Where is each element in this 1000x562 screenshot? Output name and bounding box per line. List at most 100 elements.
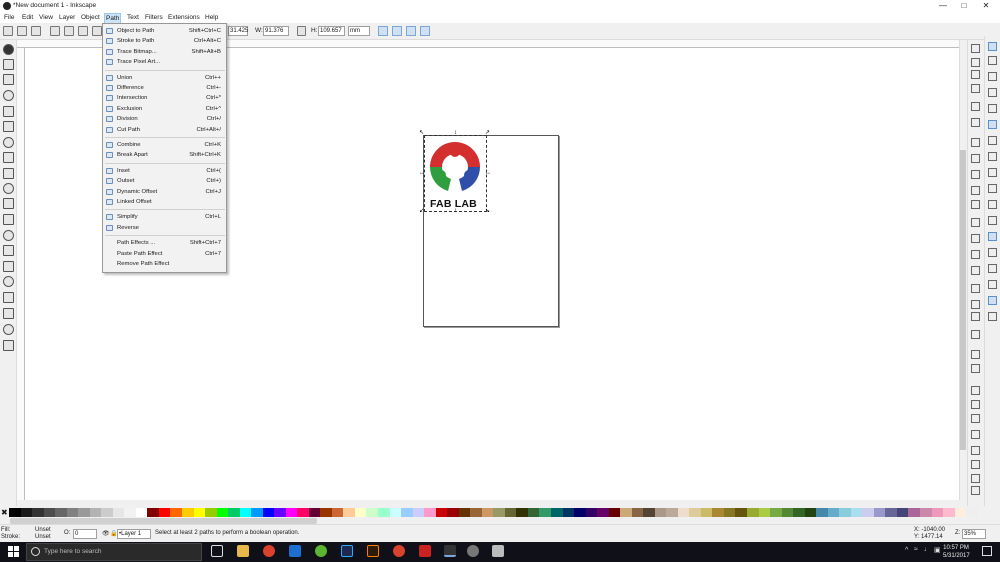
menu-item-object-to-path[interactable]: Object to Path Shift+Ctrl+C xyxy=(103,26,226,36)
color-swatch[interactable] xyxy=(216,508,229,517)
color-swatch[interactable] xyxy=(966,508,978,517)
snap-icon-2[interactable] xyxy=(988,56,997,65)
menu-item-difference[interactable]: Difference Ctrl+- xyxy=(103,83,226,93)
color-swatch[interactable] xyxy=(700,508,713,517)
color-swatch[interactable] xyxy=(712,508,724,517)
snap-icon-7[interactable] xyxy=(988,136,997,145)
unit-select[interactable]: mm xyxy=(348,26,370,36)
color-swatch[interactable] xyxy=(170,508,182,517)
command-icon-4[interactable] xyxy=(971,84,980,93)
color-swatch[interactable] xyxy=(770,508,782,517)
color-swatch[interactable] xyxy=(781,508,794,517)
color-swatch[interactable] xyxy=(643,508,655,517)
tweak-tool-icon[interactable] xyxy=(3,74,14,85)
illustrator-icon[interactable] xyxy=(367,545,379,557)
menu-item-combine[interactable]: Combine Ctrl+K xyxy=(103,140,226,150)
color-swatch[interactable] xyxy=(32,508,44,517)
photoshop-icon[interactable] xyxy=(341,545,353,557)
spray-tool-icon[interactable] xyxy=(3,261,14,272)
3d-box-tool-icon[interactable] xyxy=(3,137,14,148)
color-swatch[interactable] xyxy=(493,508,505,517)
color-swatch[interactable] xyxy=(9,508,21,517)
calligraphy-tool-icon[interactable] xyxy=(3,230,14,241)
color-swatch[interactable] xyxy=(793,508,805,517)
rotate-ccw-icon[interactable] xyxy=(50,26,60,36)
color-swatch[interactable] xyxy=(124,508,136,517)
snap-icon-16[interactable] xyxy=(988,280,997,289)
notification-icon[interactable] xyxy=(982,546,992,556)
color-swatch[interactable] xyxy=(666,508,678,517)
command-icon-19[interactable] xyxy=(971,330,980,339)
color-swatch[interactable] xyxy=(101,508,113,517)
color-swatch[interactable] xyxy=(308,508,321,517)
menu-item-stroke-to-path[interactable]: Stroke to Path Ctrl+Alt+C xyxy=(103,36,226,46)
green-app-icon[interactable] xyxy=(315,545,327,557)
snap-icon-10[interactable] xyxy=(988,184,997,193)
scale-handle-n[interactable]: ↕ xyxy=(453,130,458,136)
color-swatch[interactable] xyxy=(43,508,56,517)
menu-extensions[interactable]: Extensions xyxy=(167,13,201,22)
color-swatch[interactable] xyxy=(747,508,759,517)
file-explorer-icon[interactable] xyxy=(237,545,249,557)
menu-filters[interactable]: Filters xyxy=(144,13,164,22)
scale-handle-ne[interactable]: ↗ xyxy=(485,130,490,136)
select-all-layers-icon[interactable] xyxy=(17,26,27,36)
zoom-tool-icon[interactable] xyxy=(3,90,14,101)
scale-handle-sw[interactable]: ↙ xyxy=(419,208,424,214)
pencil-tool-icon[interactable] xyxy=(3,198,14,209)
scale-corners-icon[interactable] xyxy=(392,26,402,36)
command-icon-13[interactable] xyxy=(971,234,980,243)
menu-item-reverse[interactable]: Reverse xyxy=(103,223,226,233)
snap-icon-15[interactable] xyxy=(988,264,997,273)
color-swatch[interactable] xyxy=(943,508,955,517)
menu-item-path-effects[interactable]: Path Effects ... Shift+Ctrl+7 xyxy=(103,238,226,248)
color-swatch[interactable] xyxy=(458,508,471,517)
ellipse-tool-icon[interactable] xyxy=(3,152,14,163)
zoom-field[interactable]: 35% xyxy=(962,529,986,539)
command-icon-9[interactable] xyxy=(971,170,980,179)
command-icon-18[interactable] xyxy=(971,312,980,321)
color-swatch[interactable] xyxy=(931,508,944,517)
scale-handle-nw[interactable]: ↖ xyxy=(419,130,424,136)
text-tool-icon[interactable] xyxy=(3,245,14,256)
command-icon-26[interactable] xyxy=(971,446,980,455)
color-swatch[interactable] xyxy=(354,508,367,517)
color-swatch[interactable] xyxy=(631,508,644,517)
color-swatch[interactable] xyxy=(147,508,159,517)
snap-icon-6[interactable] xyxy=(988,120,997,129)
color-swatch[interactable] xyxy=(205,508,217,517)
snap-icon-9[interactable] xyxy=(988,168,997,177)
color-swatch[interactable] xyxy=(112,508,125,517)
maximize-button[interactable]: □ xyxy=(953,0,975,12)
menu-item-cut-path[interactable]: Cut Path Ctrl+Alt+/ xyxy=(103,125,226,135)
w-field[interactable]: 91.376 xyxy=(263,26,289,36)
command-icon-20[interactable] xyxy=(971,350,980,359)
h-field[interactable]: 109.657 xyxy=(318,26,345,36)
snap-icon-5[interactable] xyxy=(988,104,997,113)
color-swatch[interactable] xyxy=(597,508,609,517)
color-swatch[interactable] xyxy=(239,508,252,517)
color-swatch[interactable] xyxy=(539,508,551,517)
task-view-icon[interactable] xyxy=(211,545,223,557)
color-swatch[interactable] xyxy=(885,508,897,517)
color-swatch[interactable] xyxy=(677,508,690,517)
star-tool-icon[interactable] xyxy=(3,168,14,179)
menu-item-paste-path-effect[interactable]: Paste Path Effect Ctrl+7 xyxy=(103,249,226,259)
color-swatch[interactable] xyxy=(585,508,598,517)
color-swatch[interactable] xyxy=(723,508,736,517)
command-icon-15[interactable] xyxy=(971,266,980,275)
menu-help[interactable]: Help xyxy=(204,13,219,22)
menu-object[interactable]: Object xyxy=(80,13,101,22)
scale-handle-w[interactable]: ↔ xyxy=(419,170,425,176)
color-swatch[interactable] xyxy=(424,508,436,517)
transform-gradients-icon[interactable] xyxy=(406,26,416,36)
command-icon-29[interactable] xyxy=(971,486,980,495)
color-swatch[interactable] xyxy=(251,508,263,517)
fill-value[interactable]: Unset xyxy=(35,527,51,534)
menu-item-exclusion[interactable]: Exclusion Ctrl+^ xyxy=(103,104,226,114)
tray-battery-icon[interactable]: ▣ xyxy=(934,546,941,554)
horizontal-scrollbar[interactable] xyxy=(25,500,959,507)
dropper-tool-icon[interactable] xyxy=(3,324,14,335)
color-swatch[interactable] xyxy=(827,508,840,517)
select-all-icon[interactable] xyxy=(3,26,13,36)
